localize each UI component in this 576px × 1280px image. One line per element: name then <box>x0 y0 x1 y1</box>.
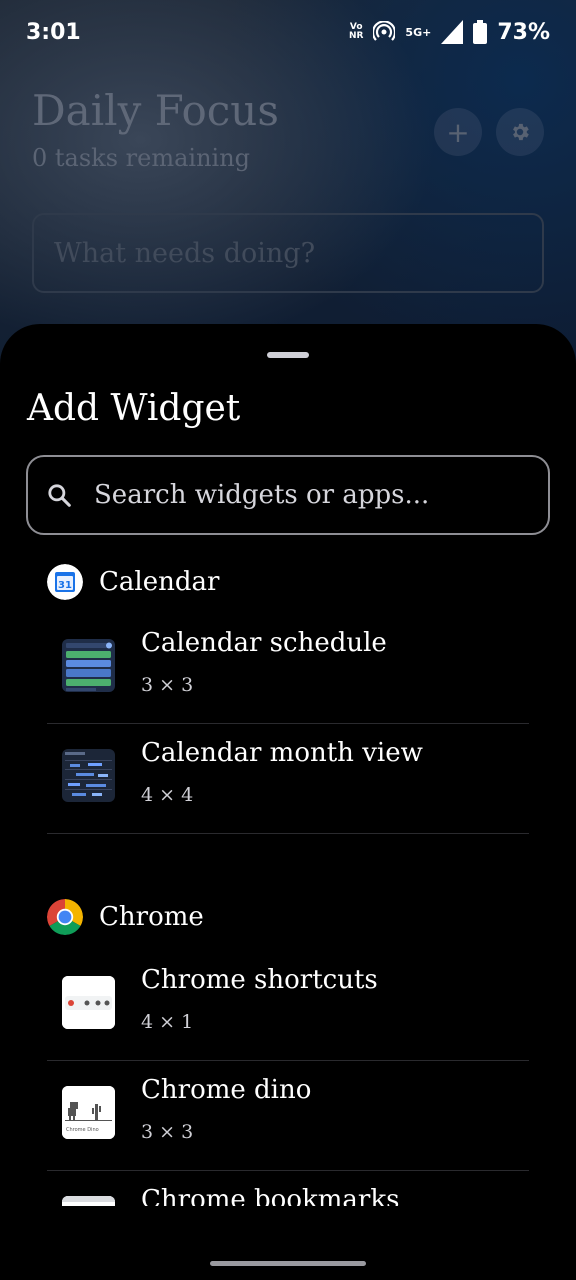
battery-icon <box>473 20 488 44</box>
widget-size: 3 × 3 <box>141 1121 194 1143</box>
app-name-chrome: Chrome <box>99 902 204 932</box>
gear-icon <box>513 123 529 141</box>
plus-icon: + <box>446 115 470 149</box>
app-title: Daily Focus <box>32 86 279 135</box>
widget-calendar-schedule[interactable]: Calendar schedule 3 × 3 <box>47 614 529 724</box>
sheet-title: Add Widget <box>27 388 241 429</box>
background-app: 3:01 Vo NR 5G+ 73% Daily Focus 0 tasks r… <box>0 0 576 380</box>
widget-name: Chrome bookmarks <box>141 1185 400 1206</box>
settings-button[interactable] <box>496 108 544 156</box>
vonr-indicator: Vo NR <box>349 23 363 41</box>
battery-percent: 73% <box>497 19 550 45</box>
divider <box>47 833 529 834</box>
add-task-button[interactable]: + <box>434 108 482 156</box>
chrome-dino-thumbnail: Chrome Dino <box>62 1086 115 1139</box>
status-time: 3:01 <box>26 19 81 45</box>
chrome-bookmarks-thumbnail <box>62 1196 115 1206</box>
status-bar: 3:01 Vo NR 5G+ 73% <box>0 0 576 64</box>
widget-name: Calendar schedule <box>141 628 387 658</box>
app-header-chrome: Chrome <box>47 899 204 935</box>
chrome-shortcuts-thumbnail <box>62 976 115 1029</box>
search-placeholder: Search widgets or apps... <box>94 480 430 510</box>
calendar-month-thumbnail <box>62 749 115 802</box>
vonr-bottom: NR <box>348 31 364 41</box>
task-input-placeholder: What needs doing? <box>54 237 316 269</box>
widget-search-input[interactable]: Search widgets or apps... <box>26 455 550 535</box>
calendar-app-icon: 31 <box>47 564 83 600</box>
gesture-nav-handle[interactable] <box>210 1261 366 1266</box>
widget-chrome-bookmarks[interactable]: Chrome bookmarks <box>47 1171 529 1206</box>
calendar-schedule-thumbnail <box>62 639 115 692</box>
status-icons: Vo NR 5G+ 73% <box>349 20 550 45</box>
app-name-calendar: Calendar <box>99 567 220 597</box>
chrome-app-icon <box>47 899 83 935</box>
widget-size: 4 × 1 <box>141 1011 194 1033</box>
signal-icon <box>441 20 464 44</box>
widget-list: 31 Calendar Calendar schedule 3 × 3 Cale… <box>0 550 576 1206</box>
widget-calendar-month-view[interactable]: Calendar month view 4 × 4 <box>47 724 529 834</box>
widget-chrome-dino[interactable]: Chrome Dino Chrome dino 3 × 3 <box>47 1061 529 1171</box>
drag-handle[interactable] <box>267 352 309 358</box>
svg-text:Chrome Dino: Chrome Dino <box>66 1127 99 1133</box>
app-header-calendar: 31 Calendar <box>47 564 219 600</box>
svg-text:31: 31 <box>58 580 72 591</box>
widget-size: 3 × 3 <box>141 674 194 696</box>
widget-name: Chrome dino <box>141 1075 312 1105</box>
search-icon <box>48 484 71 507</box>
widget-name: Chrome shortcuts <box>141 965 378 995</box>
tasks-remaining: 0 tasks remaining <box>32 144 251 172</box>
widget-name: Calendar month view <box>141 738 423 768</box>
widget-size: 4 × 4 <box>141 784 194 806</box>
widget-chrome-shortcuts[interactable]: Chrome shortcuts 4 × 1 <box>47 951 529 1061</box>
network-type: 5G+ <box>405 25 432 39</box>
task-input[interactable]: What needs doing? <box>32 213 544 293</box>
add-widget-sheet: Add Widget Search widgets or apps... 31 … <box>0 324 576 1280</box>
hotspot-icon <box>373 21 396 41</box>
